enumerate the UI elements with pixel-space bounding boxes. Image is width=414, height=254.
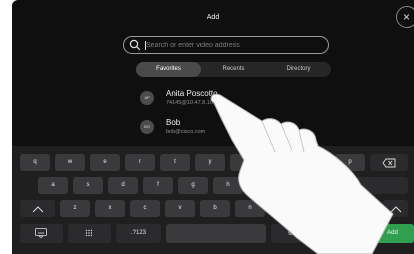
pointing-hand-image [210, 93, 394, 254]
screen: Add × Favorites Recents Directory AP Ani… [0, 0, 414, 254]
hand-shape [210, 93, 394, 254]
